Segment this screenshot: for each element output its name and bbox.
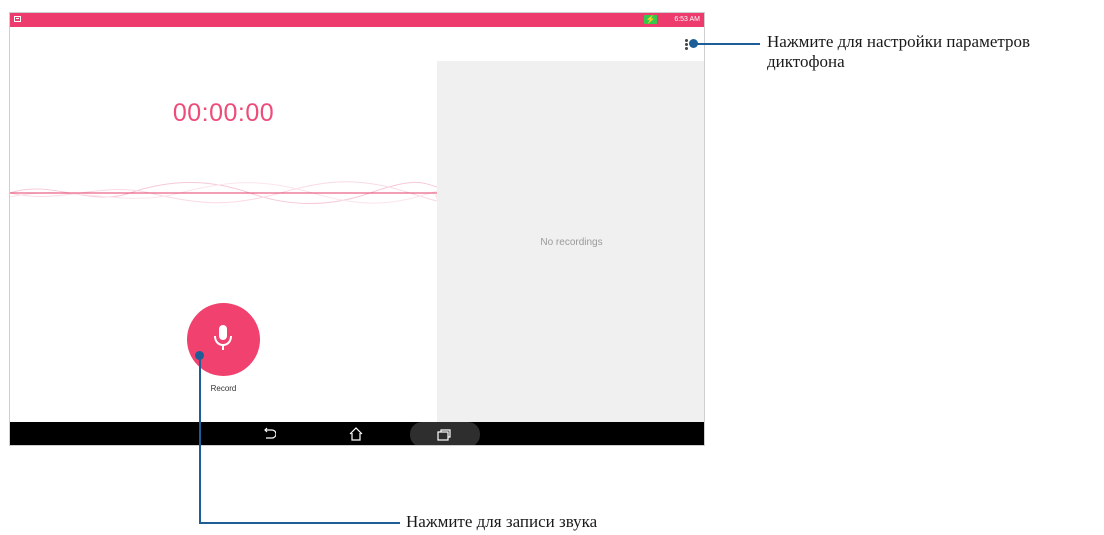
- recent-apps-icon: [437, 429, 451, 441]
- settings-callout-text: Нажмите для настройки параметров диктофо…: [767, 32, 1031, 71]
- record-button[interactable]: [187, 303, 260, 376]
- status-bar: ⚡ 6:53 AM: [10, 13, 704, 27]
- record-label: Record: [210, 384, 237, 393]
- tablet-screen: ⚡ 6:53 AM 00:00:00 Record No recordings: [9, 12, 705, 446]
- notification-app-icon: [14, 16, 21, 22]
- record-callout-horizontal-line: [199, 522, 400, 524]
- empty-recordings-text: No recordings: [540, 237, 603, 248]
- waveform-graphic: [10, 181, 437, 204]
- home-icon[interactable]: [348, 426, 364, 442]
- recordings-panel: No recordings: [437, 61, 704, 433]
- navigation-bar: [10, 422, 704, 445]
- recent-apps-button[interactable]: [410, 422, 480, 445]
- battery-charging-icon: ⚡: [644, 15, 657, 24]
- record-callout-text: Нажмите для записи звука: [406, 512, 598, 531]
- settings-callout-line: [697, 43, 760, 45]
- record-callout-vertical-line: [199, 356, 201, 524]
- recording-timer: 00:00:00: [172, 99, 275, 127]
- microphone-icon: [214, 325, 232, 350]
- status-time: 6:53 AM: [674, 16, 700, 23]
- back-icon[interactable]: [262, 427, 276, 441]
